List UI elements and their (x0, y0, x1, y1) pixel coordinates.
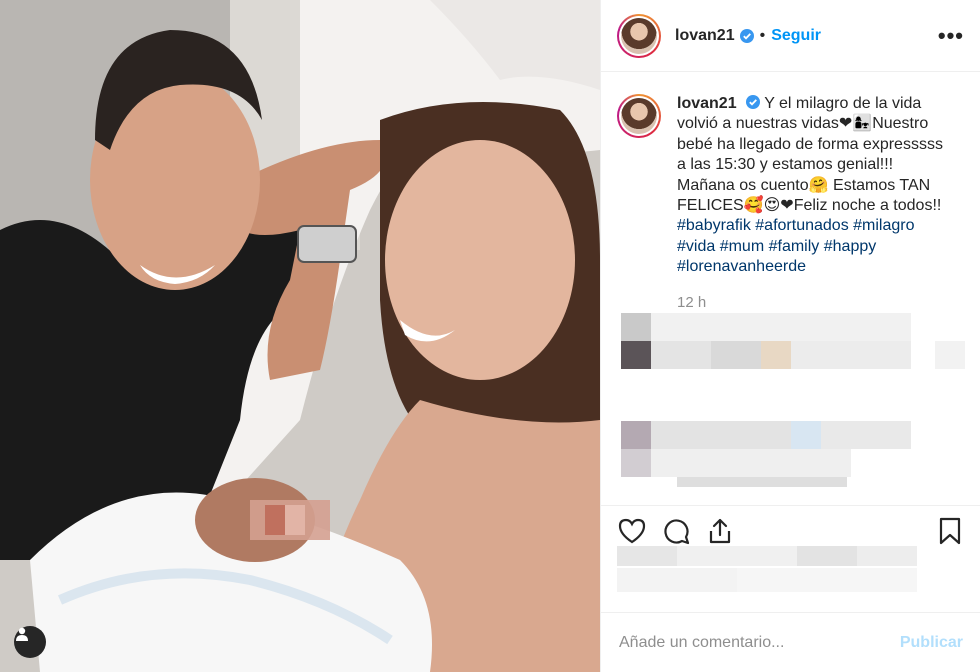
blur-pixel (677, 476, 847, 487)
avatar-inner (619, 15, 659, 56)
caption-avatar-image (621, 98, 657, 134)
blur-pixel (791, 420, 821, 449)
blur-pixel (621, 340, 651, 369)
post-header: lovan21 • Seguir ••• (601, 0, 980, 72)
save-icon (939, 517, 961, 544)
blur-pixel (711, 340, 761, 369)
blur-pixel (621, 448, 651, 477)
comment-input[interactable] (619, 633, 888, 652)
hashtag-link[interactable]: #lorenavanheerde (677, 258, 806, 275)
verified-icon (739, 28, 754, 43)
publish-button[interactable]: Publicar (900, 634, 963, 652)
share-icon (709, 518, 731, 543)
comment-button[interactable] (661, 516, 691, 546)
hashtag-link[interactable]: #happy (824, 238, 877, 255)
blur-pixel (621, 420, 651, 449)
blurred-likes (617, 546, 917, 592)
save-button[interactable] (935, 516, 965, 546)
hashtag-link[interactable]: #vida (677, 238, 715, 255)
avatar[interactable] (617, 13, 661, 58)
blur-pixel (791, 340, 911, 369)
blur-pixel (651, 448, 851, 477)
caption-avatar-inner (619, 96, 659, 136)
blurred-comment (617, 420, 964, 449)
caption-username[interactable]: lovan21 (677, 95, 737, 112)
caption-body: Y el milagro de la vida volvió a nuestra… (677, 95, 943, 215)
follow-button[interactable]: Seguir (771, 27, 821, 45)
blur-pixel (651, 420, 791, 449)
post-timestamp: 12 h (677, 293, 707, 311)
share-button[interactable] (705, 516, 735, 546)
like-button[interactable] (617, 516, 647, 546)
hashtag-link[interactable]: #milagro (853, 217, 914, 234)
blurred-comment (617, 312, 964, 341)
post-side-panel: lovan21 • Seguir ••• lovan21 Y el milagr… (600, 0, 980, 672)
user-tag-icon (16, 627, 28, 641)
blur-pixel (651, 312, 911, 341)
blur-pixel (935, 340, 965, 369)
blur-pixel (651, 340, 711, 369)
avatar-image (621, 17, 657, 54)
caption-text: lovan21 Y el milagro de la vida volvió a… (677, 94, 947, 278)
add-comment-bar: Publicar (601, 612, 980, 672)
blurred-comment (617, 340, 965, 369)
post-photo[interactable] (0, 0, 600, 672)
username-link[interactable]: lovan21 (675, 27, 735, 45)
like-icon (618, 518, 646, 543)
blurred-comment (617, 476, 964, 491)
comment-icon (664, 518, 690, 544)
blur-pixel (821, 420, 911, 449)
more-options-button[interactable]: ••• (938, 23, 964, 49)
comments-section: lovan21 Y el milagro de la vida volvió a… (601, 72, 980, 502)
blur-pixel (621, 312, 651, 341)
hashtag-link[interactable]: #babyrafik (677, 217, 751, 234)
blur-pixel (761, 340, 791, 369)
post-photo-illustration (0, 0, 600, 672)
hashtag-link[interactable]: #family (769, 238, 820, 255)
blurred-comment (617, 448, 964, 477)
caption-verified-icon (746, 95, 761, 109)
user-tag-button[interactable] (14, 626, 46, 658)
caption: lovan21 Y el milagro de la vida volvió a… (617, 94, 964, 278)
hashtag-link[interactable]: #afortunados (755, 217, 848, 234)
caption-avatar[interactable] (617, 94, 661, 138)
hashtag-link[interactable]: #mum (720, 238, 764, 255)
separator-dot: • (759, 26, 766, 44)
